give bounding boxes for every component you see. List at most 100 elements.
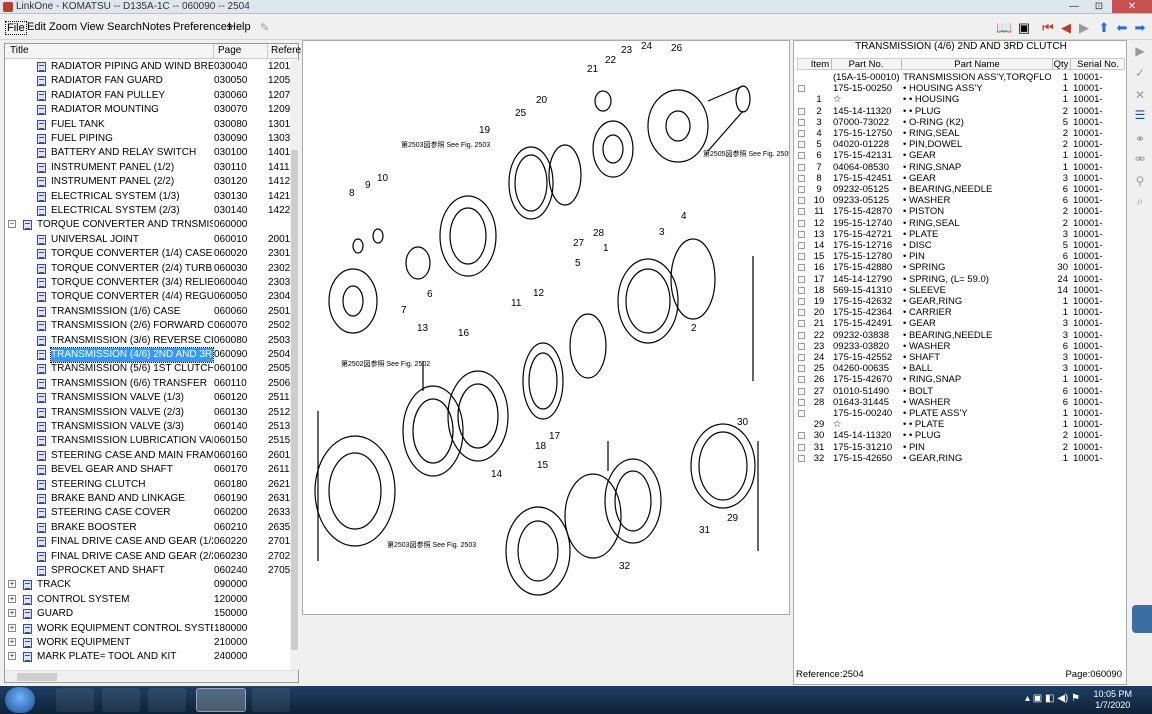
- menu-search[interactable]: Search: [107, 21, 142, 33]
- see-fig-2503-top[interactable]: 第2503図参照 See Fig. 2503: [401, 140, 490, 149]
- parts-row[interactable]: 10 09233-05125 • WASHER 6 10001-: [797, 195, 1125, 206]
- delete-icon[interactable]: ✕: [1132, 88, 1148, 104]
- tree-item[interactable]: FINAL DRIVE CASE AND GEAR (2/2) 060230 270…: [5, 550, 291, 564]
- start-button[interactable]: [5, 687, 35, 713]
- column-reference[interactable]: Refere: [271, 45, 301, 56]
- select-checkbox[interactable]: [798, 331, 805, 339]
- expand-icon[interactable]: +: [8, 580, 16, 589]
- internet-explorer-icon[interactable]: [56, 688, 94, 712]
- book-icon[interactable]: 📖: [996, 20, 1012, 36]
- forward-icon[interactable]: ➡: [1132, 20, 1148, 36]
- tree-section[interactable]: + WORK EQUIPMENT CONTROL SYSTEM 180000: [5, 622, 291, 636]
- tree-item[interactable]: STEERING CLUTCH 060180 2621: [5, 478, 291, 492]
- tree-item[interactable]: BRAKE BAND AND LINKAGE 060190 2631: [5, 492, 291, 506]
- select-checkbox[interactable]: [798, 118, 805, 126]
- up-icon[interactable]: ⬆: [1096, 20, 1112, 36]
- callout-25[interactable]: 25: [515, 108, 527, 119]
- select-checkbox[interactable]: [798, 398, 805, 406]
- parts-row[interactable]: 7 04064-08530 • RING,SNAP 1 10001-: [797, 162, 1125, 173]
- tree-item[interactable]: BEVEL GEAR AND SHAFT 060170 2611: [5, 463, 291, 477]
- callout-21[interactable]: 21: [587, 64, 599, 75]
- tree-section[interactable]: + GUARD 150000: [5, 607, 291, 621]
- previous-page-icon[interactable]: ◀: [1058, 20, 1074, 36]
- tree-item[interactable]: BATTERY AND RELAY SWITCH 030100 1401: [5, 146, 291, 160]
- select-checkbox[interactable]: [798, 163, 805, 171]
- select-checkbox[interactable]: [798, 130, 805, 137]
- callout-11[interactable]: 11: [511, 298, 522, 309]
- list-icon[interactable]: ☰: [1132, 108, 1148, 124]
- tree-item[interactable]: TRANSMISSION (5/6) 1ST CLUTCH 060100 2505: [5, 362, 291, 376]
- side-panel-tab[interactable]: [1132, 605, 1152, 633]
- clock[interactable]: 10:05 PM 1/7/2020: [1093, 689, 1132, 711]
- parts-row[interactable]: 26 175-15-42670 • RING,SNAP 1 10001-: [797, 374, 1125, 385]
- tree-item[interactable]: RADIATOR FAN GUARD 030050 1205: [5, 74, 291, 88]
- expand-icon[interactable]: +: [8, 623, 16, 632]
- select-checkbox[interactable]: [798, 432, 805, 440]
- tree-item[interactable]: TRANSMISSION VALVE (3/3) 060140 2513: [5, 420, 291, 434]
- select-checkbox[interactable]: [798, 219, 805, 227]
- callout-9[interactable]: 9: [365, 180, 371, 191]
- select-checkbox[interactable]: [798, 264, 805, 272]
- tree-item[interactable]: TRANSMISSION LUBRICATION VALV... 060150 25…: [5, 434, 291, 448]
- select-checkbox[interactable]: [798, 309, 805, 317]
- minimize-button[interactable]: —: [1062, 0, 1086, 13]
- column-qty[interactable]: Qty: [1053, 59, 1069, 70]
- parts-row[interactable]: 9 09232-05125 • BEARING,NEEDLE 6 10001-: [797, 184, 1125, 195]
- callout-2[interactable]: 2: [691, 323, 697, 334]
- parts-row[interactable]: 30 145-14-11320 • • PLUG 2 10001-: [797, 430, 1125, 441]
- tree-section[interactable]: + TRACK 090000: [5, 578, 291, 592]
- binoculars-icon[interactable]: ⚲: [1132, 174, 1148, 190]
- select-checkbox[interactable]: [798, 208, 805, 216]
- parts-row[interactable]: 16 175-15-42880 • SPRING 30 10001-: [797, 262, 1125, 273]
- pin-icon[interactable]: ✎: [260, 21, 269, 34]
- parts-row[interactable]: 1 ☆ • • HOUSING 1 10001-: [797, 94, 1125, 105]
- select-checkbox[interactable]: [798, 454, 805, 462]
- parts-row[interactable]: 27 01010-51490 • BOLT 6 10001-: [797, 386, 1125, 397]
- tree-item[interactable]: INSTRUMENT PANEL (1/2) 030110 1411: [5, 161, 291, 175]
- column-part-no[interactable]: Part No.: [832, 59, 900, 70]
- tree-item[interactable]: TRANSMISSION (3/6) REVERSE CLUT...060080…: [5, 334, 291, 348]
- see-fig-2502[interactable]: 第2502図参照 See Fig. 2502: [341, 359, 430, 368]
- callout-12[interactable]: 12: [533, 288, 545, 299]
- parts-row[interactable]: 2 145-14-11320 • • PLUG 2 10001-: [797, 106, 1125, 117]
- callout-23[interactable]: 23: [621, 45, 633, 56]
- tree-horizontal-scrollbar[interactable]: [5, 670, 298, 682]
- parts-row[interactable]: 17 145-14-12790 • SPRING, (L= 59.0) 24 10001…: [797, 274, 1125, 285]
- menu-zoom[interactable]: Zoom: [49, 21, 77, 33]
- parts-row[interactable]: 175-15-00250 • HOUSING ASS'Y 1 10001-: [797, 83, 1125, 94]
- media-player-icon[interactable]: [148, 688, 186, 712]
- tree-item[interactable]: UNIVERSAL JOINT 060010 2001: [5, 233, 291, 247]
- linkone-taskbar-icon[interactable]: [196, 688, 246, 712]
- select-checkbox[interactable]: [798, 275, 805, 283]
- callout-13[interactable]: 13: [417, 323, 429, 334]
- select-checkbox[interactable]: [798, 186, 805, 193]
- parts-row[interactable]: 25 04260-00635 • BALL 3 10001-: [797, 363, 1125, 374]
- tree-item[interactable]: TORQUE CONVERTER (4/4) REGULAT...060050 2…: [5, 290, 291, 304]
- parts-row[interactable]: 4 175-15-12750 • RING,SEAL 2 10001-: [797, 128, 1125, 139]
- callout-29[interactable]: 29: [727, 513, 739, 524]
- callout-31[interactable]: 31: [699, 525, 711, 536]
- parts-row[interactable]: 20 175-15-42364 • CARRIER 1 10001-: [797, 307, 1125, 318]
- tree-item[interactable]: FUEL TANK 030080 1301: [5, 118, 291, 132]
- callout-15[interactable]: 15: [537, 460, 549, 471]
- select-checkbox[interactable]: [798, 443, 805, 451]
- callout-8[interactable]: 8: [349, 188, 355, 199]
- callout-14[interactable]: 14: [491, 469, 503, 480]
- select-checkbox[interactable]: [798, 230, 805, 238]
- tree-section[interactable]: + CONTROL SYSTEM 120000: [5, 593, 291, 607]
- callout-32[interactable]: 32: [619, 561, 631, 572]
- parts-row[interactable]: (15A-15-00010) TRANSMISSION ASS'Y,TORQFLO…: [797, 72, 1125, 83]
- unlink-icon[interactable]: ⚮: [1132, 152, 1148, 168]
- parts-row[interactable]: 12 195-15-12740 • RING,SEAL 2 10001-: [797, 218, 1125, 229]
- select-checkbox[interactable]: [798, 387, 805, 395]
- callout-1[interactable]: 1: [603, 243, 609, 254]
- checkmark-icon[interactable]: ✓: [1132, 66, 1148, 82]
- tree-item[interactable]: FINAL DRIVE CASE AND GEAR (1/2) 060220 270…: [5, 535, 291, 549]
- callout-20[interactable]: 20: [536, 95, 548, 106]
- tree-item[interactable]: INSTRUMENT PANEL (2/2) 030120 1412: [5, 175, 291, 189]
- callout-22[interactable]: 22: [605, 55, 617, 66]
- tree-item[interactable]: TRANSMISSION VALVE (1/3) 060120 2511: [5, 391, 291, 405]
- tree-item[interactable]: TRANSMISSION (6/6) TRANSFER 060110 2506: [5, 377, 291, 391]
- parts-row[interactable]: 11 175-15-42870 • PISTON 2 10001-: [797, 206, 1125, 217]
- select-checkbox[interactable]: [798, 320, 805, 328]
